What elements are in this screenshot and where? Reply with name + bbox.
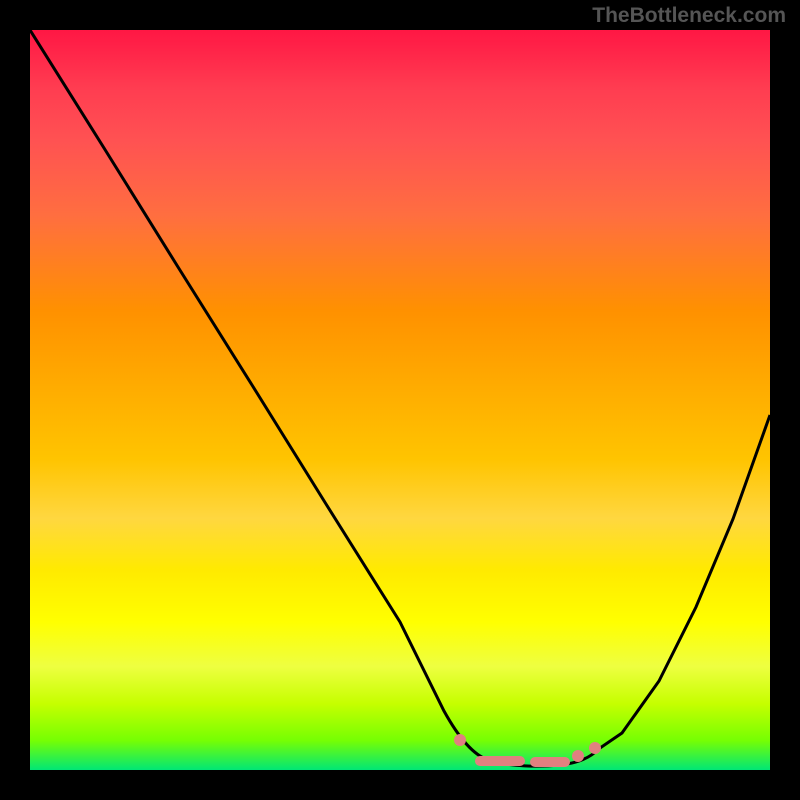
gradient-background bbox=[30, 30, 770, 770]
watermark-text: TheBottleneck.com bbox=[592, 4, 786, 28]
chart-container: TheBottleneck.com bbox=[0, 0, 800, 800]
